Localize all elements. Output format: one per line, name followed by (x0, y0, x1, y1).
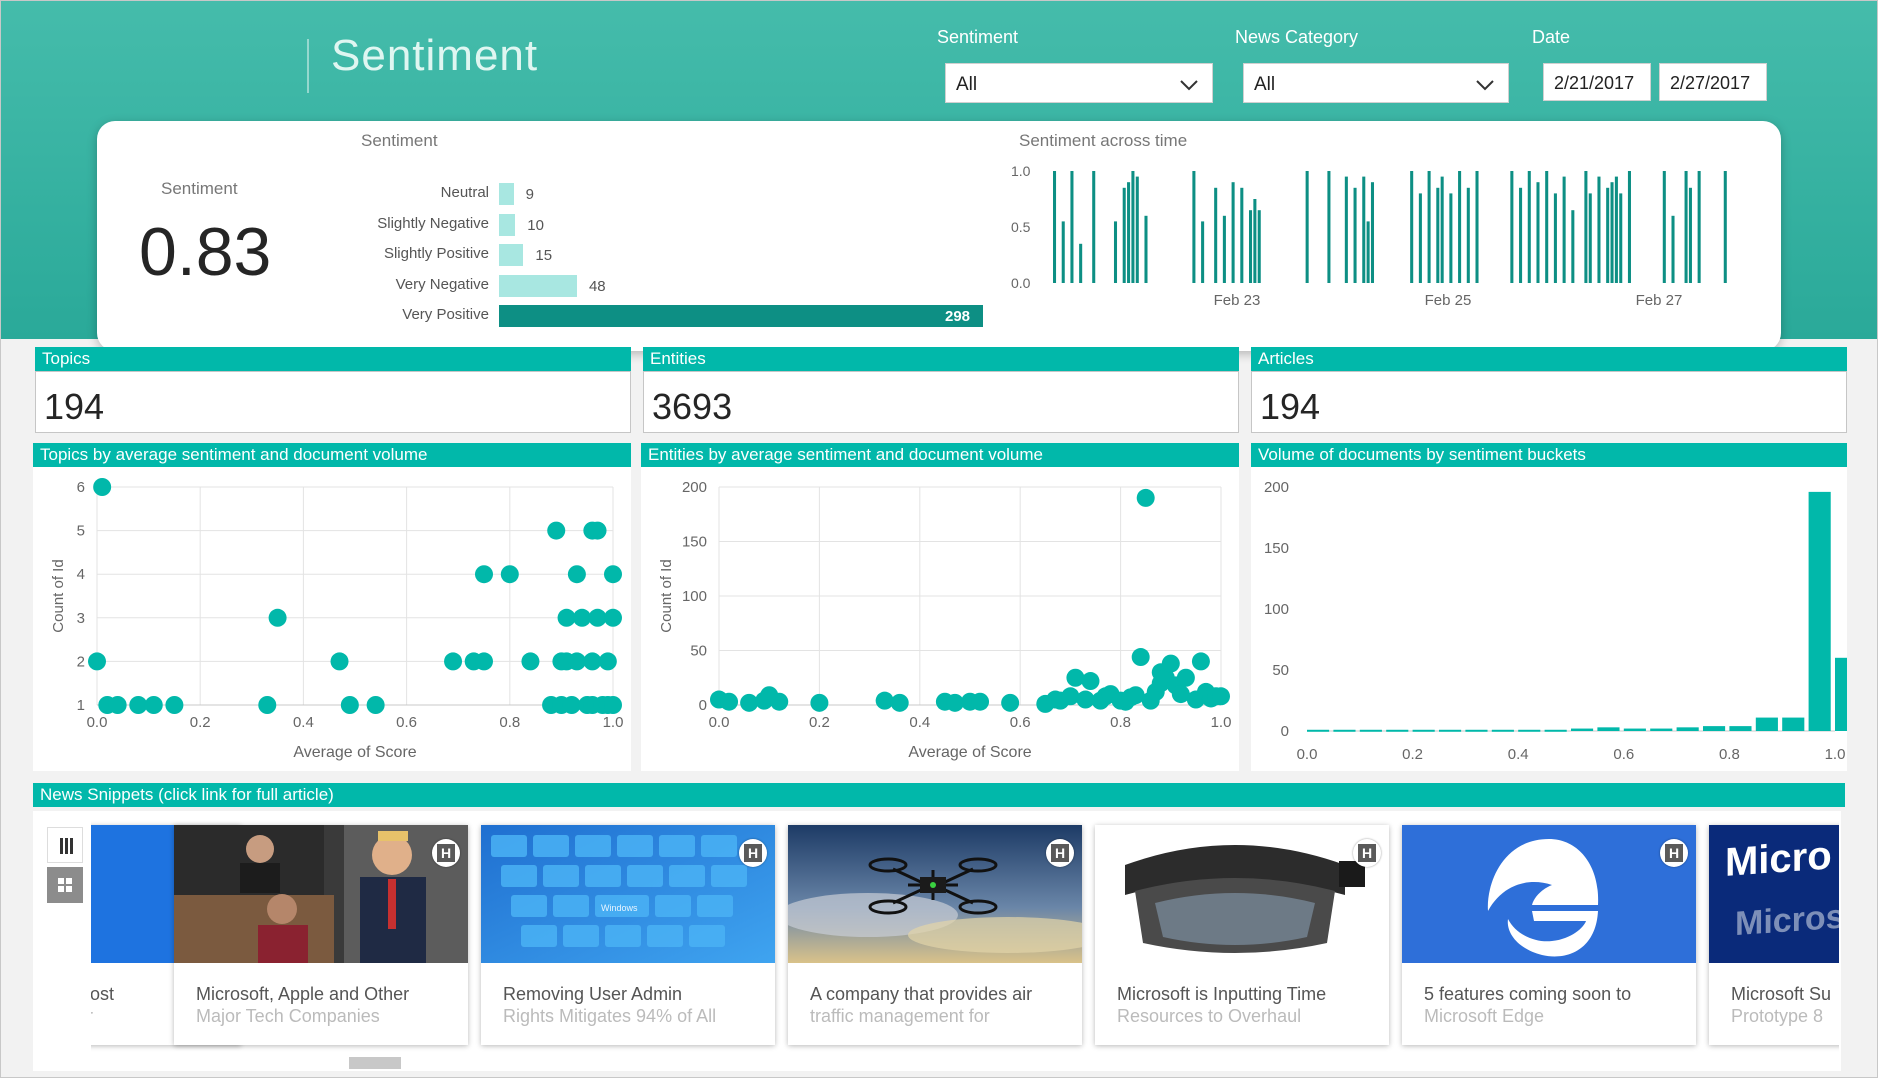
card-headline: A company that provides air (810, 984, 1033, 1004)
card-headline: 5 features coming soon to (1424, 984, 1632, 1004)
y-tick-label: 2 (77, 653, 85, 670)
card-headline: Cost (91, 984, 115, 1004)
y-tick-label: 4 (77, 566, 85, 583)
y-axis-title: Count of Id (50, 559, 67, 632)
card-headline-cont: Resources to Overhaul (1117, 1006, 1302, 1026)
y-tick-label: 5 (77, 523, 85, 540)
card-headline-cont: Prototype 8 (1731, 1006, 1824, 1026)
card-headline: Microsoft is Inputting Time (1117, 984, 1327, 1004)
card-headline-cont: traffic management for (810, 1006, 990, 1026)
news-card[interactable]: Micro Microsoft Microsoft Su Prototype 8 (1709, 825, 1839, 1045)
source-badge: H (432, 839, 460, 867)
y-tick-label: 3 (77, 610, 85, 627)
news-card[interactable]: Windows H Removing User Admin Rights Miti… (481, 825, 775, 1045)
news-card[interactable]: H Microsoft is Inputting Time Resources t… (1095, 825, 1389, 1045)
news-card[interactable]: H 5 features coming soon to Microsoft Edg… (1402, 825, 1696, 1045)
y-tick-label: 1 (77, 697, 85, 714)
drone-photo (788, 825, 1082, 963)
dashboard: Sentiment Sentiment All News Category Al… (0, 0, 1878, 1078)
y-tick-label: 6 (77, 479, 85, 496)
headset-photo (1095, 825, 1389, 963)
card-headline: Microsoft Su (1731, 984, 1832, 1004)
source-badge: H (739, 839, 767, 867)
source-badge: H (1353, 839, 1381, 867)
source-badge: H (1046, 839, 1074, 867)
carousel-scrollbar-thumb[interactable] (349, 1057, 401, 1069)
news-card[interactable]: H Microsoft, Apple and Other Major Tech C… (174, 825, 468, 1045)
executives-photo (174, 825, 468, 963)
source-badge: H (1660, 839, 1688, 867)
edge-logo (1402, 825, 1696, 963)
news-cards-viewport: H Costar H Microsoft, Apple and OtherMaj… (91, 1, 1839, 1077)
news-card[interactable]: H A company that provides air traffic man… (788, 825, 1082, 1045)
keyboard-photo: Windows (481, 825, 775, 963)
list-view-icon (60, 838, 73, 854)
card-headline-cont: Microsoft Edge (1424, 1006, 1545, 1026)
microsoft-sign: Micro Microsoft (1709, 825, 1839, 963)
sign-text-top: Micro (1725, 833, 1832, 884)
grid-view-icon (58, 878, 72, 892)
card-headline-cont: Major Tech Companies (196, 1006, 380, 1026)
card-headline: Removing User Admin (503, 984, 683, 1004)
card-headline: Microsoft, Apple and Other (196, 984, 410, 1004)
grid-view-button[interactable] (47, 867, 83, 903)
card-headline-cont: Rights Mitigates 94% of All (503, 1006, 717, 1026)
keyboard-key-label: Windows (601, 903, 638, 913)
list-view-button[interactable] (47, 827, 83, 863)
